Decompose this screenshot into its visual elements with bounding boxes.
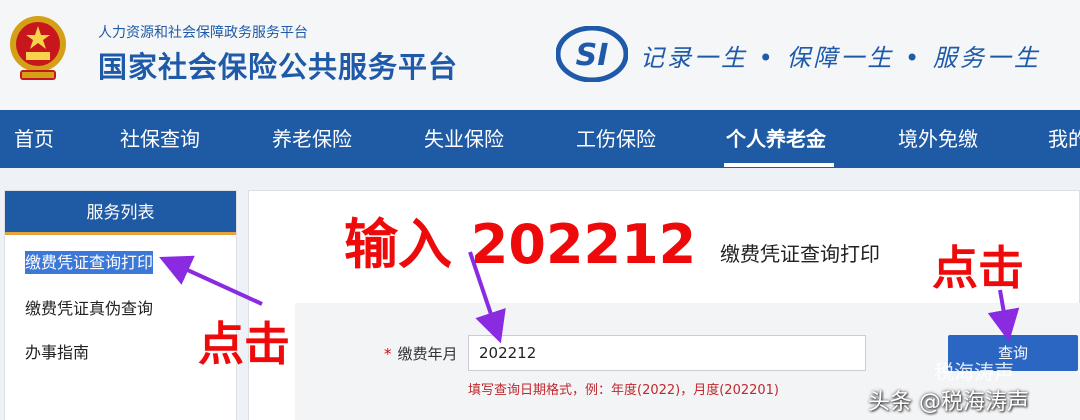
site-header: 人力资源和社会保障政务服务平台 国家社会保险公共服务平台 SI 记录一生 • 保… — [0, 0, 1080, 110]
sidebar-item-label: 缴费凭证真伪查询 — [25, 299, 154, 318]
page-title: 缴费凭证查询打印 — [720, 242, 880, 266]
nav-social-query[interactable]: 社保查询 — [120, 110, 200, 168]
nav-active-indicator — [724, 163, 834, 167]
annotation-input-note: 输入 202212 — [344, 213, 697, 276]
national-emblem-icon — [10, 16, 66, 80]
service-sidebar: 服务列表 缴费凭证查询打印 缴费凭证真伪查询 办事指南 — [4, 190, 237, 420]
nav-mine[interactable]: 我的 — [1048, 110, 1080, 168]
watermark-bottom: 头条 @税海涛声 — [868, 390, 1029, 415]
nav-pension[interactable]: 养老保险 — [272, 110, 352, 168]
sidebar-title: 服务列表 — [5, 191, 236, 235]
annotation-click-sidebar: 点击 — [198, 317, 290, 371]
nav-unemployment[interactable]: 失业保险 — [424, 110, 504, 168]
si-logo-icon: SI — [556, 26, 628, 82]
required-mark: * — [384, 345, 392, 363]
sidebar-item-guide[interactable]: 办事指南 — [25, 339, 89, 363]
nav-overseas-exemption[interactable]: 境外免缴 — [898, 110, 978, 168]
sidebar-item-label: 缴费凭证查询打印 — [25, 251, 154, 274]
platform-title: 国家社会保险公共服务平台 — [98, 50, 459, 84]
svg-text:SI: SI — [576, 38, 609, 73]
payment-month-input[interactable]: 202212 — [468, 335, 866, 371]
sidebar-item-voucher-verify[interactable]: 缴费凭证真伪查询 — [25, 295, 153, 319]
sidebar-item-label: 办事指南 — [25, 343, 90, 362]
watermark-top: 税海涛声 — [934, 360, 1014, 384]
nav-personal-pension[interactable]: 个人养老金 — [726, 110, 826, 168]
nav-home[interactable]: 首页 — [14, 110, 54, 168]
annotation-click-query: 点击 — [932, 241, 1024, 295]
payment-month-label: * 缴费年月 — [384, 343, 458, 364]
date-format-hint: 填写查询日期格式，例：年度(2022)，月度(202201) — [468, 383, 779, 398]
platform-subtitle: 人力资源和社会保障政务服务平台 — [98, 25, 308, 41]
nav-work-injury[interactable]: 工伤保险 — [576, 110, 656, 168]
field-label-text: 缴费年月 — [397, 345, 458, 363]
main-nav: 首页 社保查询 养老保险 失业保险 工伤保险 个人养老金 境外免缴 我的 — [0, 110, 1080, 168]
sidebar-item-payment-voucher-print[interactable]: 缴费凭证查询打印 — [25, 249, 154, 274]
slogan: 记录一生 • 保障一生 • 服务一生 — [640, 44, 1041, 72]
